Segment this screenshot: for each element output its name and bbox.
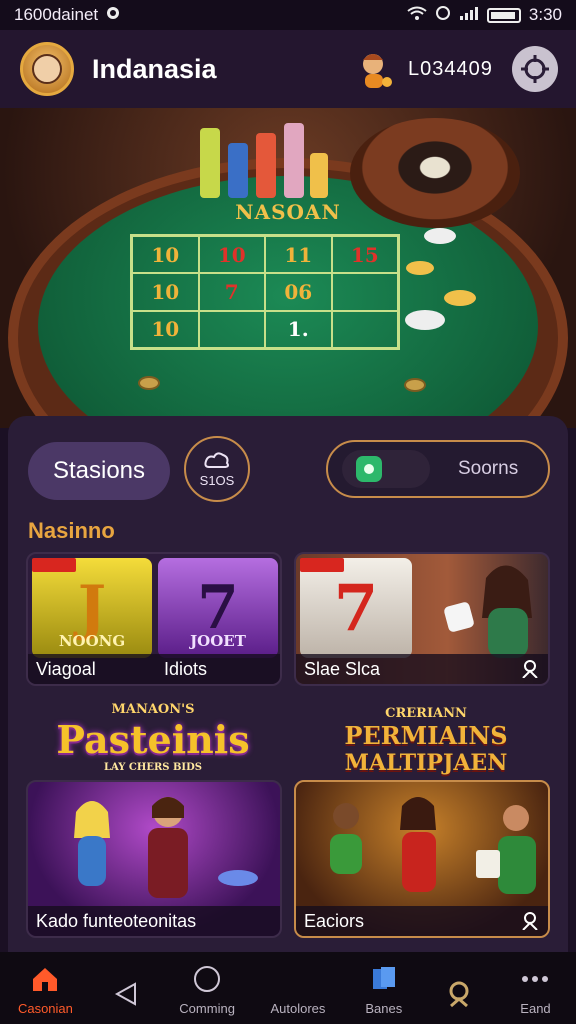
app-header: Indanasia L034409 <box>0 30 576 108</box>
user-icon[interactable] <box>522 660 538 678</box>
promo-subtitle: LAY CHERS BIDS <box>104 762 202 773</box>
promo-banner[interactable]: MANAON'S Pasteinis LAY CHERS BIDS <box>48 702 258 773</box>
grid-cell: 10 <box>132 273 199 311</box>
nav-back[interactable] <box>96 980 156 1016</box>
hot-badge <box>32 558 76 572</box>
grid-cell: 7 <box>198 273 265 311</box>
grid-cell: 06 <box>265 273 332 311</box>
cloud-icon <box>204 451 229 468</box>
card-label: Slae Slca <box>296 654 548 684</box>
hero-casino-table-image: NASOAN 10 10 11 15 10 7 06 10 1. <box>0 108 576 428</box>
slot-caption: NOONG <box>58 632 126 650</box>
nav-label: Eand <box>520 1001 551 1016</box>
nav-search[interactable] <box>430 980 490 1016</box>
grid-cell <box>198 310 265 348</box>
section-title: Nasinno <box>28 518 115 543</box>
search-input[interactable]: Soorns <box>326 440 550 498</box>
content-panel: Stasions S1OS Soorns Nasinno J NOONG 7 J… <box>8 416 568 956</box>
game-card[interactable]: Kado funteoteonitas <box>26 780 282 938</box>
search-placeholder: Soorns <box>458 458 519 479</box>
nav-home[interactable]: Casonian <box>5 965 85 1016</box>
dealer-woman-illustration <box>444 565 532 658</box>
grid-cell: 10 <box>132 236 199 274</box>
bottom-navigation: Casonian Comming Autolores Banes Eand <box>0 952 576 1024</box>
card-label: Eaciors <box>296 906 548 936</box>
circle-icon <box>283 965 313 993</box>
notification-icon <box>106 5 120 25</box>
loose-chips <box>405 228 476 330</box>
cup-holder <box>404 378 426 392</box>
hot-badge <box>300 558 344 572</box>
game-card[interactable]: J NOONG 7 JOOET Viagoal Idiots <box>26 552 282 686</box>
slot-symbol: 7 <box>333 570 379 646</box>
slot-reel: J NOONG <box>32 558 152 658</box>
user-character-icon[interactable] <box>356 50 394 90</box>
signal-icon <box>459 5 479 25</box>
promo-title-line2: MALTIPJAEN <box>344 750 508 776</box>
balance-text: L034409 <box>408 58 493 80</box>
promo-kicker: MANAON'S <box>111 702 195 717</box>
more-icon <box>520 965 550 993</box>
crosshair-icon <box>521 55 549 83</box>
avatar-face-icon <box>32 54 62 84</box>
tab-stations[interactable]: Stasions <box>28 442 170 500</box>
circle-icon <box>192 965 222 993</box>
grid-cell: 1. <box>265 310 332 348</box>
chat-icon <box>356 456 382 482</box>
alarm-icon <box>435 5 451 26</box>
nav-comming[interactable]: Comming <box>167 965 247 1016</box>
promo-kicker: CRERIANN <box>385 706 467 721</box>
status-carrier-text: 1600dainet <box>14 5 99 24</box>
search-toggle[interactable] <box>342 450 430 488</box>
grid-cell <box>331 273 398 311</box>
nav-banes[interactable]: Banes <box>349 965 419 1016</box>
promo-title: Pasteinis <box>56 717 250 762</box>
card-label: Kado funteoteonitas <box>28 906 280 936</box>
game-card[interactable]: 7 Slae Slca <box>294 552 550 686</box>
slot-reel: 7 JOOET <box>158 558 278 658</box>
nav-label: Comming <box>179 1001 235 1016</box>
nav-label: Banes <box>365 1001 403 1016</box>
back-triangle-icon <box>111 980 141 1008</box>
card-title: Slae Slca <box>304 658 381 679</box>
slot-caption: JOOET <box>190 632 246 650</box>
grid-cell: 10 <box>132 310 199 348</box>
card-title: Eaciors <box>304 910 365 931</box>
slots-label: S1OS <box>199 472 235 488</box>
cards-icon <box>369 965 399 993</box>
card-title: Viagoal <box>36 658 96 679</box>
nav-more[interactable]: Eand <box>500 965 570 1016</box>
app-title: Indanasia <box>92 53 217 84</box>
card-label: Viagoal Idiots <box>28 654 280 684</box>
wifi-icon <box>407 5 427 25</box>
grid-cell: 10 <box>198 236 265 274</box>
cup-holder <box>138 376 160 390</box>
slot-reel: 7 <box>300 558 412 658</box>
performers-illustration <box>74 797 258 898</box>
grid-cell: 15 <box>331 236 398 274</box>
home-icon <box>30 965 60 993</box>
slots-filter-button[interactable]: S1OS <box>184 436 250 502</box>
card-title: Kado funteoteonitas <box>36 910 197 931</box>
table-title: NASOAN <box>235 200 341 224</box>
search-person-icon <box>445 980 475 1008</box>
user-icon[interactable] <box>522 912 538 930</box>
locate-button[interactable] <box>512 46 558 92</box>
dancers-illustration <box>330 797 536 894</box>
game-card[interactable]: Eaciors <box>294 780 550 938</box>
promo-title: PERMIAINS <box>344 721 508 750</box>
promo-banner[interactable]: CRERIANN PERMIAINS MALTIPJAEN <box>326 706 526 776</box>
nav-label: Casonian <box>17 1001 73 1016</box>
nav-autolores[interactable]: Autolores <box>258 965 338 1016</box>
betting-grid: 10 10 11 15 10 7 06 10 1. <box>130 234 400 350</box>
grid-cell: 11 <box>265 236 332 274</box>
battery-icon <box>486 7 521 23</box>
nav-label: Autolores <box>270 1001 326 1016</box>
profile-avatar[interactable] <box>20 42 74 96</box>
status-bar: 1600dainet 3:30 <box>0 0 576 30</box>
grid-cell <box>331 310 398 348</box>
card-subtitle: Idiots <box>164 658 208 679</box>
clock: 3:30 <box>528 5 562 24</box>
